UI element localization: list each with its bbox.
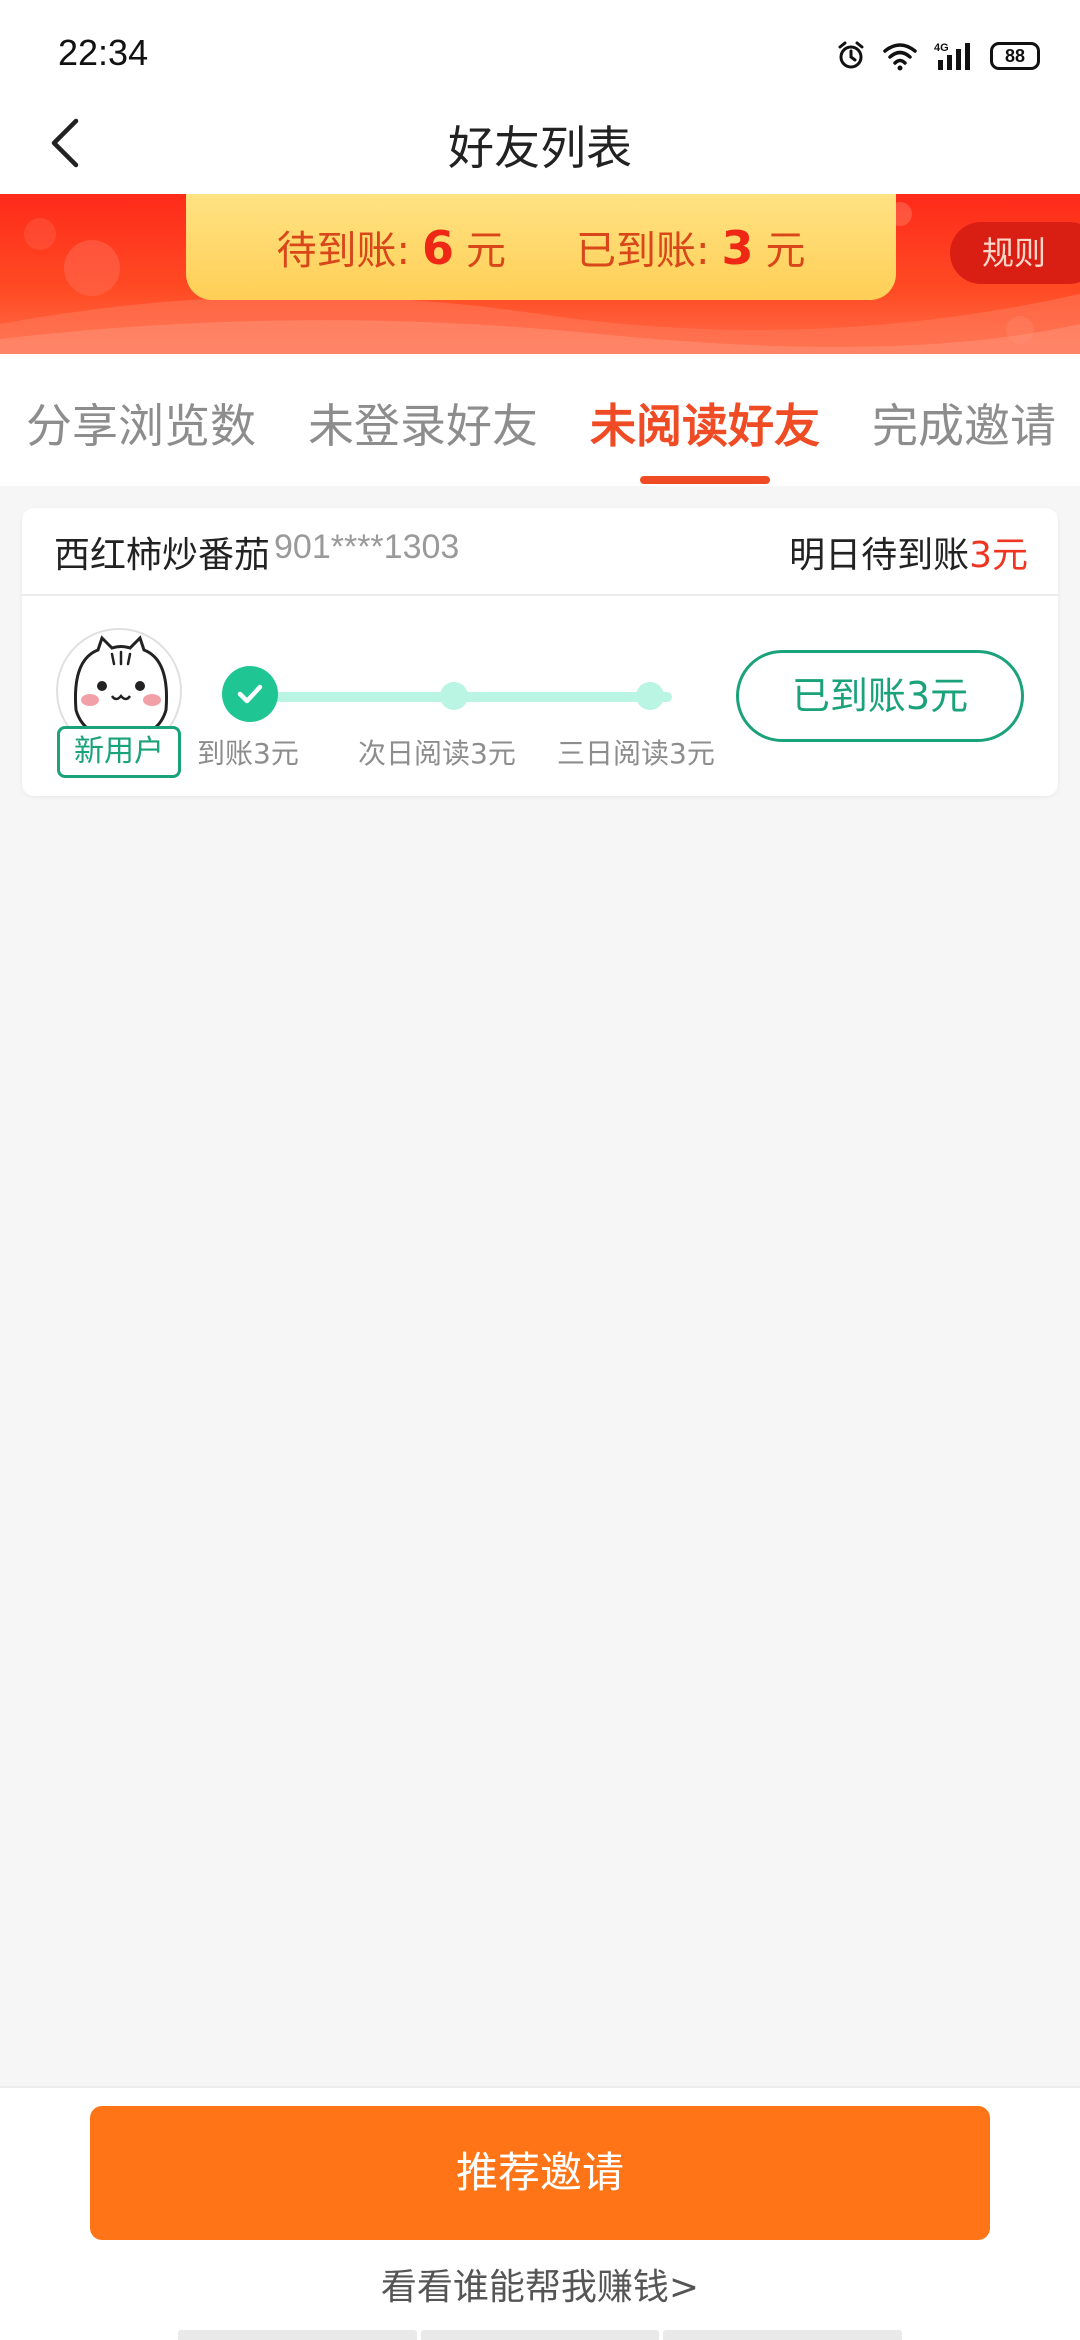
friend-phone: 901****1303 bbox=[274, 528, 460, 566]
wifi-icon bbox=[882, 41, 918, 71]
pending-earnings: 待到账: 6 元 bbox=[277, 218, 507, 276]
received-earnings: 已到账: 3 元 bbox=[576, 218, 806, 276]
tab-bar: 分享浏览数 未登录好友 未阅读好友 完成邀请 bbox=[0, 354, 1080, 486]
status-bar: 22:34 4G 88 bbox=[0, 0, 1080, 100]
earnings-banner: 待到账: 6 元 已到账: 3 元 规则 bbox=[0, 194, 1080, 354]
friend-list-page: 22:34 4G 88 好友列表 待到账: 6 元 已到账: 3 元 规则 分享… bbox=[0, 0, 1080, 2340]
friend-card-header: 西红柿炒番茄 901****1303 明日待到账3元 bbox=[22, 508, 1058, 596]
tab-not-logged-in[interactable]: 未登录好友 bbox=[308, 390, 538, 456]
active-tab-indicator bbox=[640, 476, 770, 484]
received-amount: 3 bbox=[721, 221, 754, 275]
rules-button[interactable]: 规则 bbox=[950, 222, 1080, 284]
who-helps-me-earn-link[interactable]: 看看谁能帮我赚钱> bbox=[0, 2258, 1080, 2310]
alarm-icon bbox=[836, 41, 866, 71]
bottom-bar: 推荐邀请 看看谁能帮我赚钱> bbox=[0, 2086, 1080, 2340]
new-user-badge: 新用户 bbox=[57, 726, 181, 778]
recommend-invite-button[interactable]: 推荐邀请 bbox=[90, 2106, 990, 2240]
received-unit: 元 bbox=[765, 228, 806, 274]
status-time: 22:34 bbox=[58, 32, 149, 73]
battery-icon: 88 bbox=[990, 42, 1040, 70]
pending-label: 待到账: bbox=[276, 228, 410, 274]
step-2-label: 次日阅读3元 bbox=[358, 737, 516, 770]
step-1-label: 到账3元 bbox=[197, 737, 299, 770]
received-label: 已到账: bbox=[576, 228, 710, 274]
received-status-button[interactable]: 已到账3元 bbox=[736, 650, 1024, 742]
page-title: 好友列表 bbox=[448, 121, 632, 175]
pending-amount: 6 bbox=[421, 221, 454, 275]
step-3-label: 三日阅读3元 bbox=[557, 737, 715, 770]
earnings-summary: 待到账: 6 元 已到账: 3 元 bbox=[186, 194, 896, 300]
step-1-check-icon bbox=[222, 666, 278, 722]
tab-completed[interactable]: 完成邀请 bbox=[872, 390, 1056, 456]
tab-share-views[interactable]: 分享浏览数 bbox=[26, 390, 256, 456]
signal-4g-icon: 4G bbox=[934, 40, 974, 72]
pending-note: 明日待到账3元 bbox=[789, 526, 1028, 578]
pending-unit: 元 bbox=[466, 228, 506, 274]
progress-track bbox=[272, 692, 672, 702]
bottom-tab-hint bbox=[178, 2330, 903, 2340]
step-2-dot bbox=[440, 682, 468, 710]
pending-note-text: 明日待到账 bbox=[789, 535, 970, 576]
step-3-dot bbox=[636, 682, 664, 710]
pending-note-amount: 3元 bbox=[969, 535, 1028, 576]
svg-text:4G: 4G bbox=[934, 42, 949, 54]
friend-card: 西红柿炒番茄 901****1303 明日待到账3元 新用户 到账3元 次日阅读… bbox=[22, 508, 1058, 796]
status-icons: 4G 88 bbox=[836, 36, 1040, 76]
friend-name: 西红柿炒番茄 bbox=[54, 535, 271, 576]
nav-bar: 好友列表 bbox=[0, 100, 1080, 194]
tab-not-read[interactable]: 未阅读好友 bbox=[590, 390, 820, 456]
